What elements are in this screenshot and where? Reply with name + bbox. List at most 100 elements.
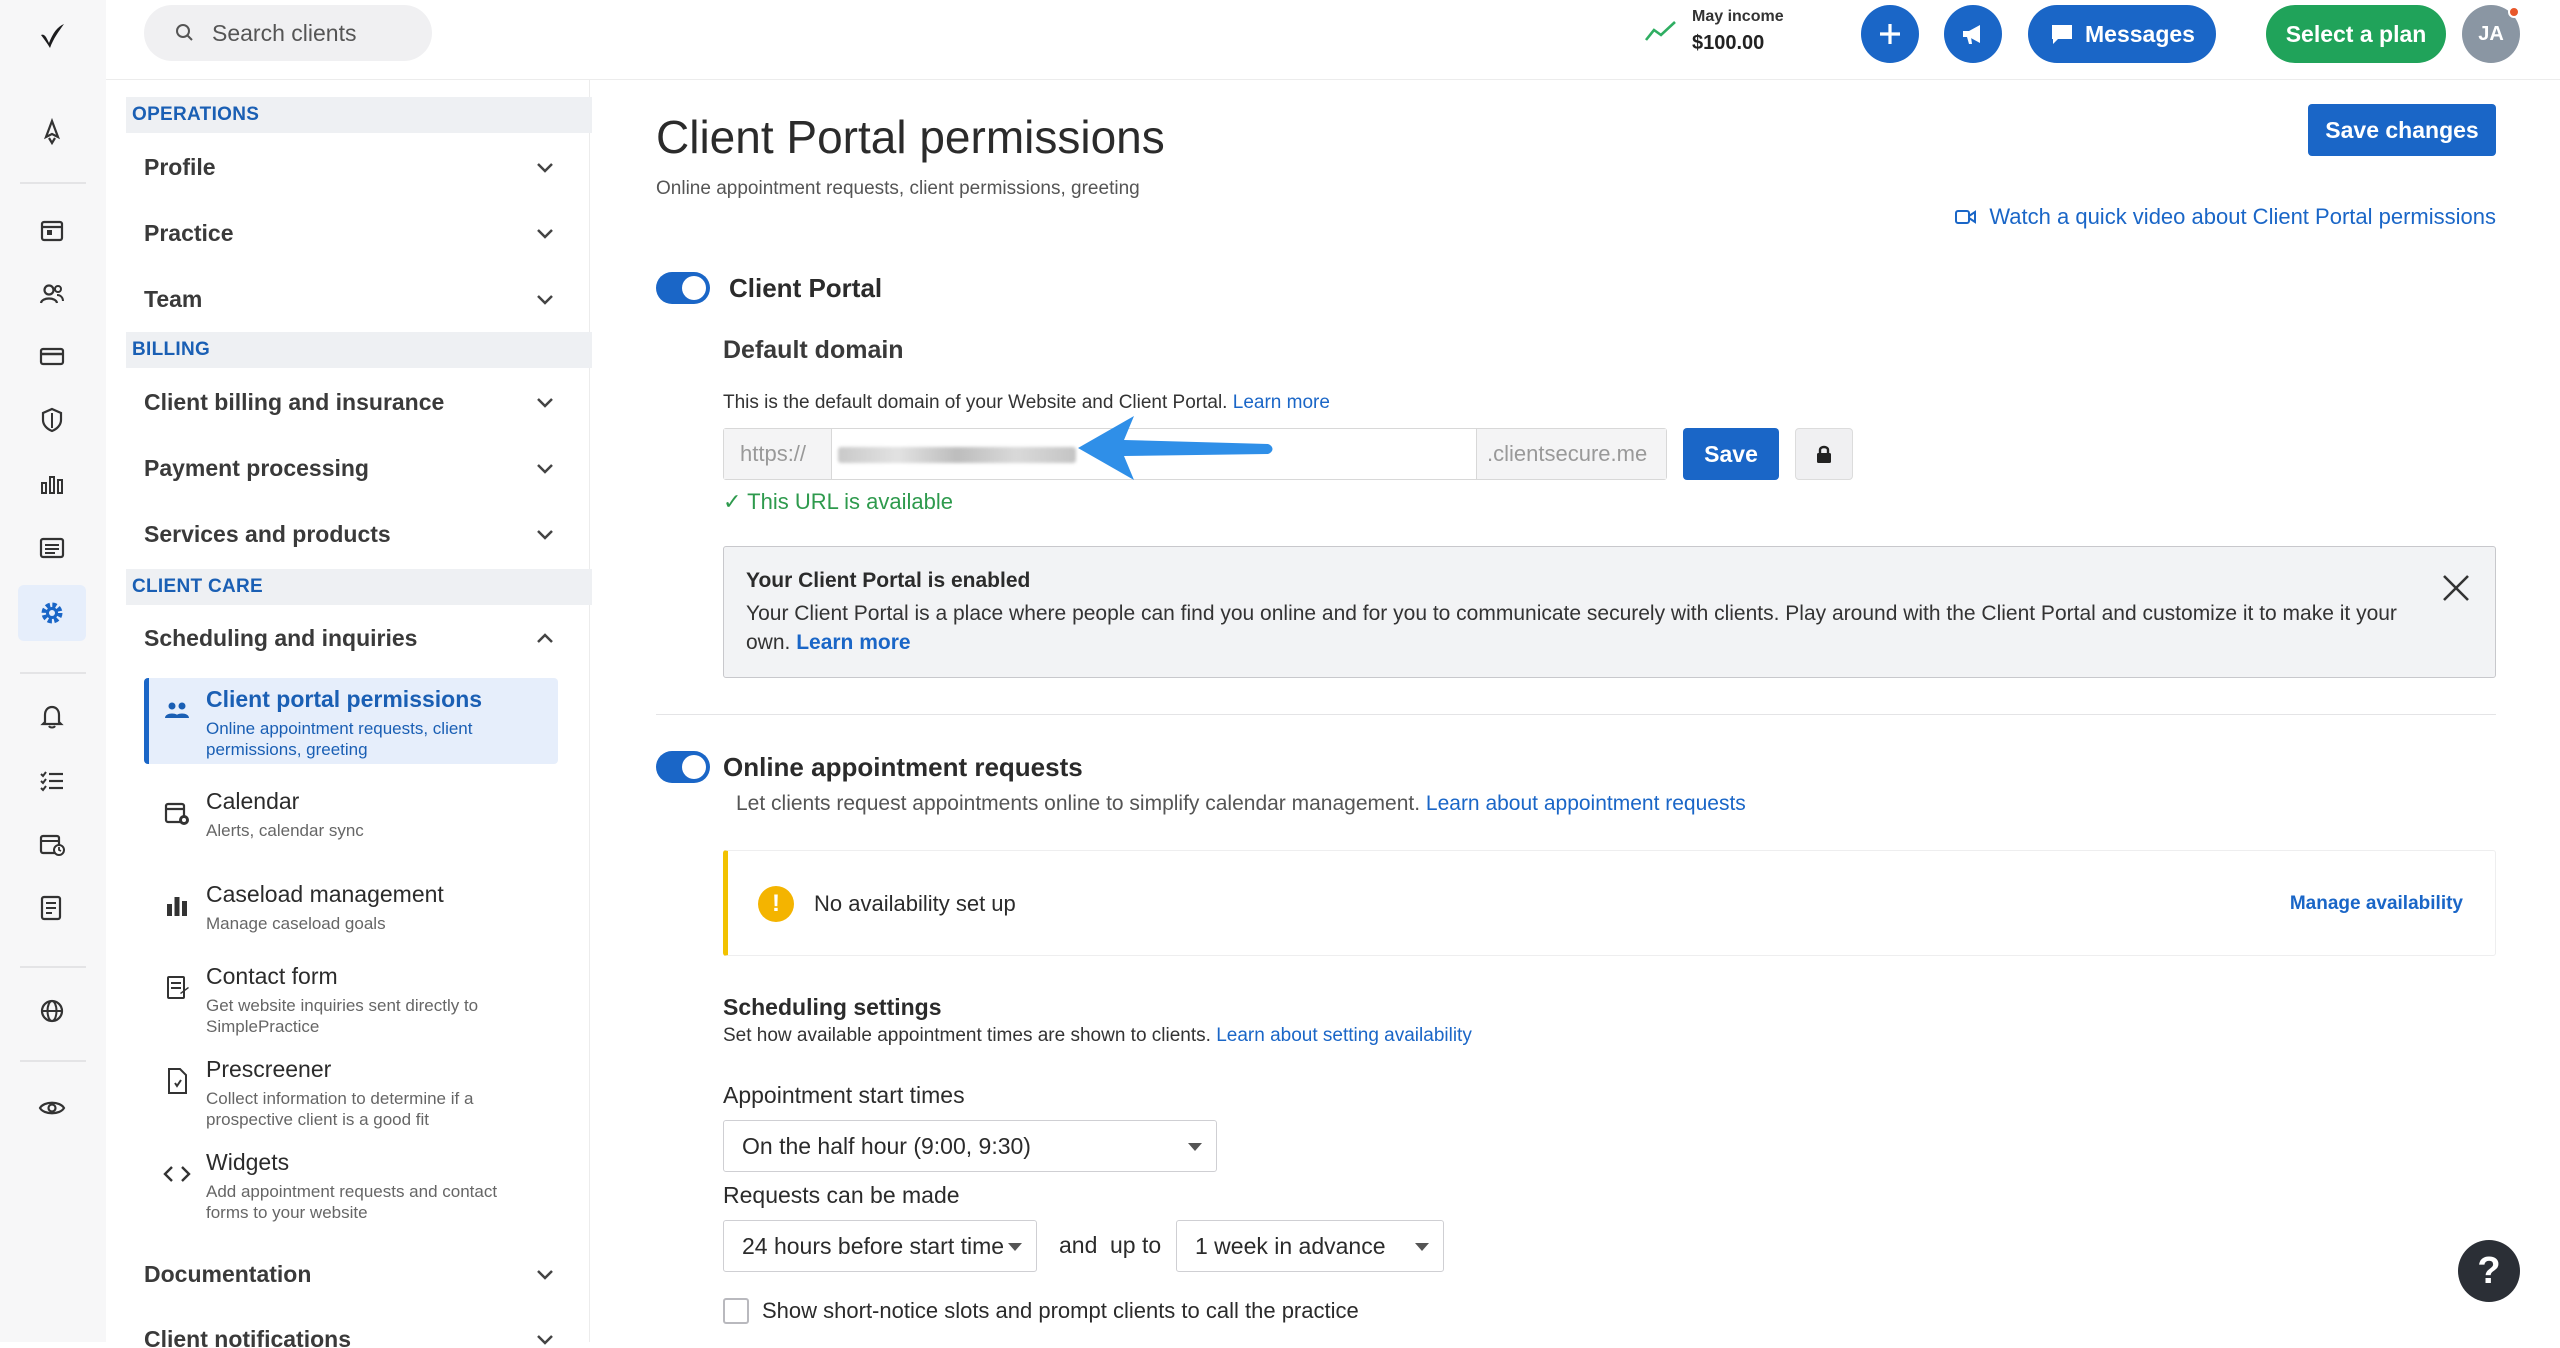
nav-group-payment-processing[interactable]: Payment processing	[144, 445, 556, 491]
url-available-text: This URL is available	[747, 489, 953, 514]
bell-icon[interactable]	[34, 698, 70, 734]
documents-icon[interactable]	[34, 530, 70, 566]
requests-label: Requests can be made	[723, 1182, 960, 1209]
nav-group-client-billing[interactable]: Client billing and insurance	[144, 379, 556, 425]
nav-group-client-notifications[interactable]: Client notifications	[144, 1312, 556, 1348]
calendar-settings-icon	[162, 798, 192, 828]
rocket-icon[interactable]	[34, 114, 70, 150]
sub-item-contact-form[interactable]: Contact form Get website inquiries sent …	[144, 955, 558, 1047]
chevron-down-icon	[534, 1328, 556, 1348]
notice-learn-more-link[interactable]: Learn more	[796, 631, 910, 654]
sub-item-desc: Add appointment requests and contact for…	[206, 1181, 536, 1223]
requests-advance-select[interactable]: 1 week in advance	[1176, 1220, 1444, 1272]
logo-icon[interactable]	[34, 18, 70, 54]
appointment-requests-toggle[interactable]	[656, 751, 710, 783]
sub-item-caseload[interactable]: Caseload management Manage caseload goal…	[144, 873, 558, 953]
chevron-down-icon	[534, 391, 556, 413]
page-title: Client Portal permissions	[656, 110, 1165, 164]
search-icon	[174, 22, 196, 50]
warning-icon: !	[758, 886, 794, 922]
select-plan-button[interactable]: Select a plan	[2266, 5, 2446, 63]
schedule-icon[interactable]	[34, 826, 70, 862]
sub-item-title: Widgets	[206, 1149, 289, 1176]
portal-enabled-notice: Your Client Portal is enabled Your Clien…	[723, 546, 2496, 678]
clients-icon[interactable]	[34, 276, 70, 312]
close-icon[interactable]	[2439, 571, 2473, 605]
analytics-icon[interactable]	[34, 466, 70, 502]
requests-before-select[interactable]: 24 hours before start time	[723, 1220, 1037, 1272]
announcements-button[interactable]	[1944, 5, 2002, 63]
notice-title: Your Client Portal is enabled	[746, 569, 1030, 593]
search-input[interactable]: Search clients	[144, 5, 432, 61]
section-divider	[656, 714, 2496, 715]
sub-item-title: Calendar	[206, 788, 299, 815]
income-value[interactable]: $100.00	[1692, 32, 1764, 55]
lock-icon	[1815, 444, 1833, 464]
section-header-operations: OPERATIONS	[126, 97, 592, 133]
start-times-select[interactable]: On the half hour (9:00, 9:30)	[723, 1120, 1217, 1172]
insurance-icon[interactable]	[34, 402, 70, 438]
sub-item-client-portal-permissions[interactable]: Client portal permissions Online appoint…	[144, 678, 558, 764]
sub-item-title: Client portal permissions	[206, 686, 482, 713]
domain-save-button[interactable]: Save	[1683, 428, 1779, 480]
and-text: and	[1059, 1232, 1097, 1259]
document-icon	[162, 1066, 192, 1096]
help-button[interactable]: ?	[2458, 1240, 2520, 1302]
sub-item-title: Prescreener	[206, 1056, 331, 1083]
main-content: Client Portal permissions Online appoint…	[590, 80, 2560, 1342]
nav-group-label: Scheduling and inquiries	[144, 625, 417, 652]
nav-group-practice[interactable]: Practice	[144, 210, 556, 256]
sub-item-calendar[interactable]: Calendar Alerts, calendar sync	[144, 780, 558, 860]
domain-description: This is the default domain of your Websi…	[723, 392, 1330, 414]
chevron-down-icon	[534, 1263, 556, 1285]
appointment-requests-label: Online appointment requests	[723, 752, 1083, 783]
client-portal-toggle[interactable]	[656, 272, 710, 304]
domain-learn-more-link[interactable]: Learn more	[1233, 392, 1330, 413]
add-button[interactable]	[1861, 5, 1919, 63]
setting-availability-link[interactable]: Learn about setting availability	[1216, 1025, 1472, 1046]
eye-icon[interactable]	[34, 1090, 70, 1126]
nav-group-profile[interactable]: Profile	[144, 144, 556, 190]
save-changes-button[interactable]: Save changes	[2308, 104, 2496, 156]
settings-sidebar: OPERATIONS Profile Practice Team BILLING…	[106, 80, 590, 1342]
sub-item-desc: Collect information to determine if a pr…	[206, 1088, 536, 1130]
redacted-domain	[838, 447, 1076, 463]
nav-group-services-products[interactable]: Services and products	[144, 511, 556, 557]
nav-group-team[interactable]: Team	[144, 276, 556, 322]
notice-body: Your Client Portal is a place where peop…	[746, 599, 2426, 657]
nav-group-label: Profile	[144, 154, 216, 181]
tasks-icon[interactable]	[34, 762, 70, 798]
short-notice-checkbox[interactable]	[723, 1298, 749, 1324]
sub-item-widgets[interactable]: Widgets Add appointment requests and con…	[144, 1141, 558, 1233]
page-subtitle: Online appointment requests, client perm…	[656, 178, 1140, 200]
start-times-label: Appointment start times	[723, 1082, 965, 1109]
appointment-requests-link[interactable]: Learn about appointment requests	[1426, 792, 1746, 815]
scheduling-settings-desc: Set how available appointment times are …	[723, 1025, 1472, 1047]
lock-button[interactable]	[1795, 428, 1853, 480]
annotation-arrow-icon	[1078, 412, 1278, 484]
nav-group-label: Client billing and insurance	[144, 389, 444, 416]
settings-icon[interactable]	[34, 595, 70, 631]
billing-icon[interactable]	[34, 338, 70, 374]
nav-group-label: Documentation	[144, 1261, 311, 1288]
start-times-value: On the half hour (9:00, 9:30)	[742, 1133, 1031, 1160]
messages-button[interactable]: Messages	[2028, 5, 2216, 63]
sub-item-desc: Alerts, calendar sync	[206, 820, 536, 841]
nav-group-label: Client notifications	[144, 1326, 351, 1348]
nav-group-scheduling[interactable]: Scheduling and inquiries	[144, 615, 556, 661]
requests-before-value: 24 hours before start time	[742, 1233, 1004, 1260]
search-placeholder: Search clients	[212, 20, 356, 47]
sub-item-prescreener[interactable]: Prescreener Collect information to deter…	[144, 1048, 558, 1140]
notification-dot	[2508, 6, 2520, 18]
client-portal-label: Client Portal	[729, 273, 882, 304]
video-link[interactable]: Watch a quick video about Client Portal …	[1955, 204, 2496, 230]
calendar-icon[interactable]	[34, 212, 70, 248]
globe-icon[interactable]	[34, 993, 70, 1029]
check-icon: ✓	[723, 489, 741, 514]
manage-availability-link[interactable]: Manage availability	[2290, 893, 2463, 915]
megaphone-icon	[1958, 19, 1988, 49]
nav-group-label: Payment processing	[144, 455, 369, 482]
nav-group-documentation[interactable]: Documentation	[144, 1251, 556, 1297]
notes-icon[interactable]	[34, 890, 70, 926]
sub-item-title: Caseload management	[206, 881, 444, 908]
